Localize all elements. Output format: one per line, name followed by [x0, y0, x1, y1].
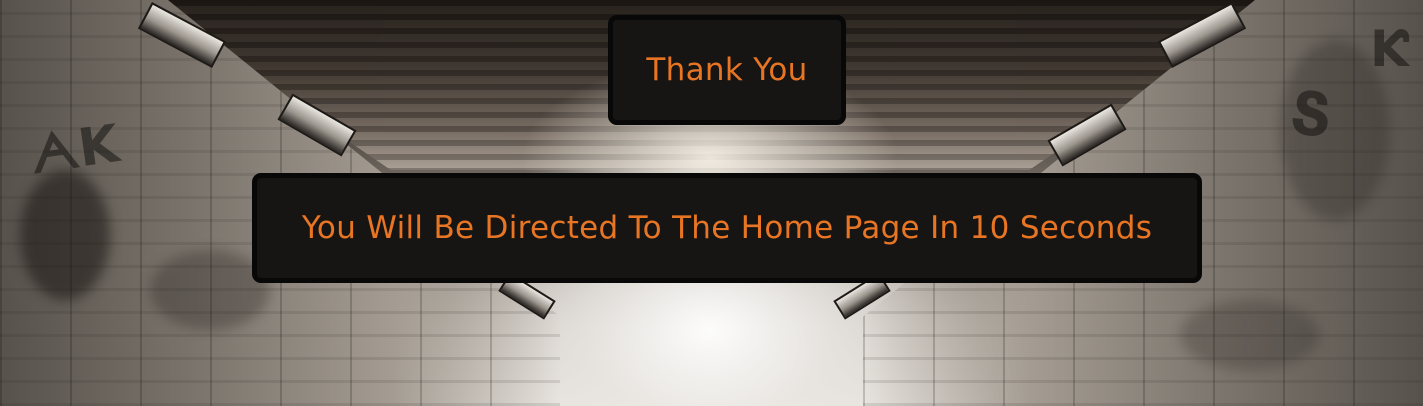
wall-stain [20, 170, 110, 300]
wall-stain [1180, 300, 1320, 370]
page-background: ᗅK Տ Ƙ Thank You You Will Be Directed To… [0, 0, 1423, 406]
thank-you-card: Thank You [608, 15, 846, 125]
graffiti-mark: Տ [1286, 78, 1336, 152]
graffiti-mark: Ƙ [1370, 20, 1409, 78]
redirect-notice-card: You Will Be Directed To The Home Page In… [252, 173, 1202, 283]
graffiti-mark: ᗅK [26, 114, 123, 186]
redirect-message: You Will Be Directed To The Home Page In… [301, 210, 1153, 246]
thank-you-heading: Thank You [646, 52, 808, 88]
